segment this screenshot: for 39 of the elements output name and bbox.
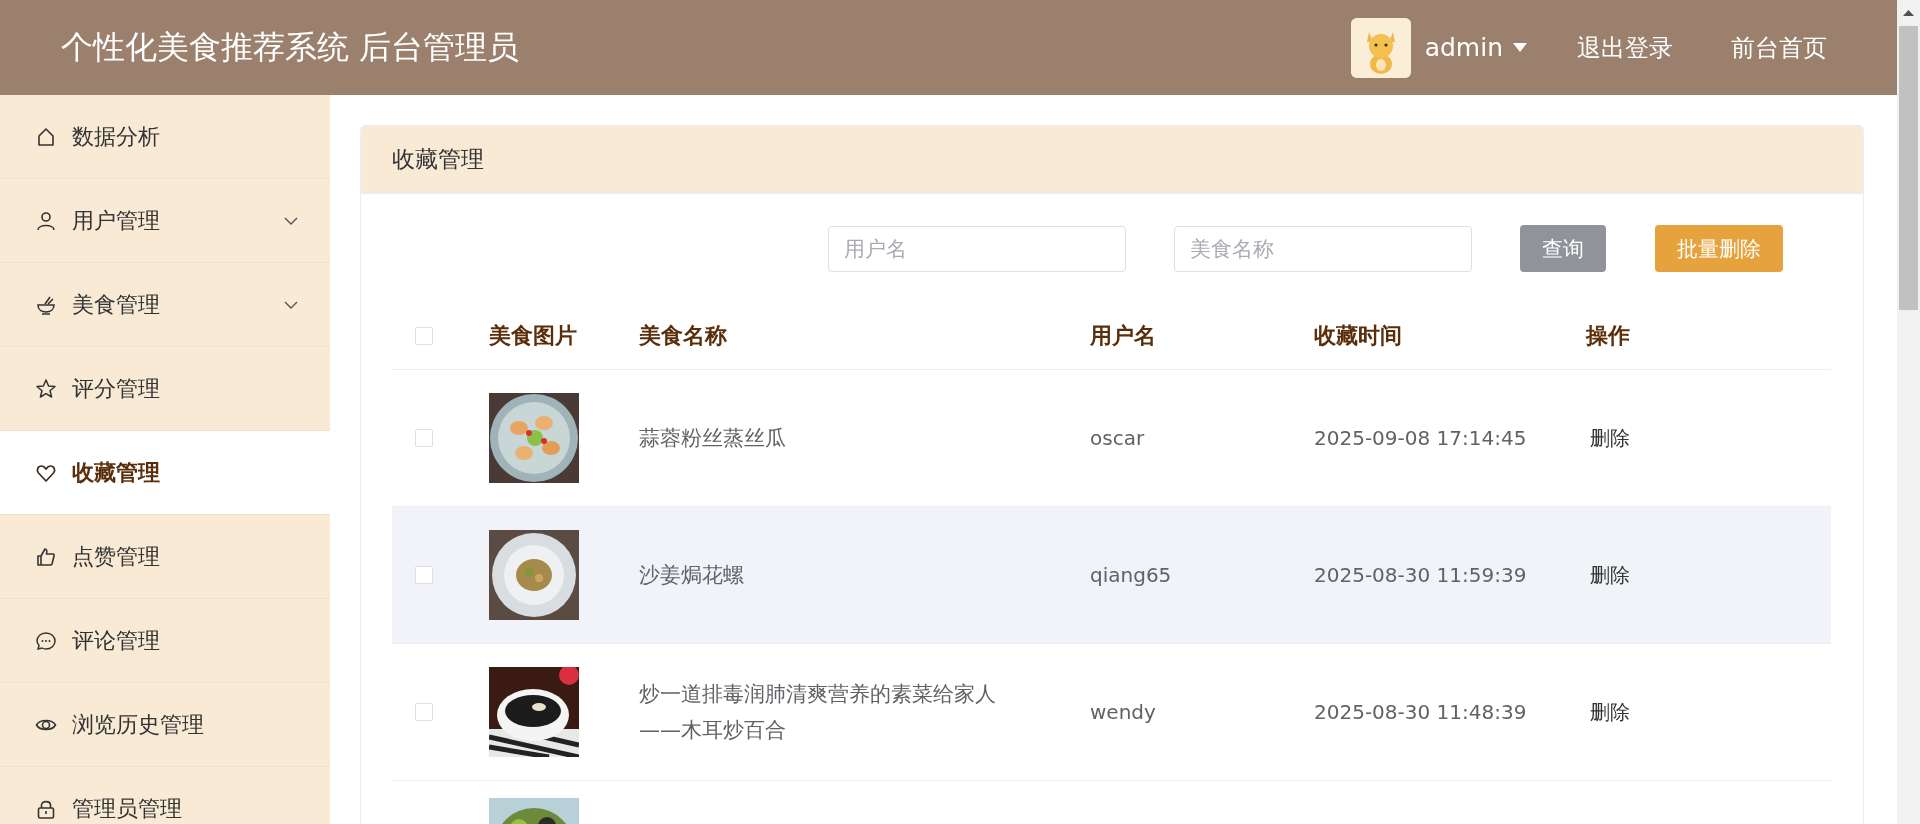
username[interactable]: admin <box>1424 33 1503 62</box>
table-cell-text: 蒜蓉粉丝蒸丝瓜 <box>639 425 787 452</box>
table-cell-text: 炒一道排毒润肺清爽营养的素菜给家人——木耳炒百合 <box>639 681 997 744</box>
search-field[interactable]: 美食名称 <box>1174 225 1472 272</box>
column-header: 美食图片 <box>489 321 578 350</box>
delete-link[interactable]: 删除 <box>1586 698 1630 726</box>
table-cell-text: wendy <box>1090 699 1157 726</box>
user-icon <box>35 209 57 232</box>
checkbox[interactable] <box>415 326 433 345</box>
delete-link[interactable]: 删除 <box>1586 561 1630 589</box>
checkbox[interactable] <box>415 429 433 447</box>
column-header: 用户名 <box>1090 321 1157 350</box>
table-cell-text: 2025-08-30 11:59:39 <box>1314 562 1528 589</box>
table-cell-text: qiang65 <box>1090 562 1173 589</box>
table-cell-text: oscar <box>1090 425 1146 452</box>
header-link[interactable]: 退出登录 <box>1577 31 1673 64</box>
chevron-down-icon[interactable] <box>284 300 298 309</box>
table-cell-text: 沙姜焗花螺 <box>639 562 745 589</box>
sidebar-item[interactable]: 收藏管理 <box>0 431 330 515</box>
caret-icon[interactable] <box>1513 43 1527 52</box>
column-header: 收藏时间 <box>1314 321 1403 350</box>
chat-bubble-icon <box>35 629 57 652</box>
column-header: 操作 <box>1586 321 1631 350</box>
delete-link[interactable]: 删除 <box>1586 424 1630 452</box>
card-title: 收藏管理 <box>392 145 484 174</box>
thumbs-up-icon <box>35 545 57 568</box>
column-header: 美食名称 <box>639 321 728 350</box>
cat-drawing <box>1366 31 1395 74</box>
home-icon <box>35 125 57 148</box>
chevron-down-icon[interactable] <box>284 216 298 225</box>
app-title: 个性化美食推荐系统 后台管理员 <box>61 26 521 68</box>
table-cell-text: 2025-08-30 11:48:39 <box>1314 699 1528 726</box>
checkbox[interactable] <box>415 566 433 584</box>
avatar[interactable] <box>1350 17 1411 78</box>
table-cell-text: 2025-09-08 17:14:45 <box>1314 425 1528 452</box>
star-icon <box>35 377 57 400</box>
header-link[interactable]: 前台首页 <box>1731 31 1827 64</box>
checkbox[interactable] <box>415 703 433 721</box>
search-field[interactable]: 用户名 <box>828 225 1126 272</box>
